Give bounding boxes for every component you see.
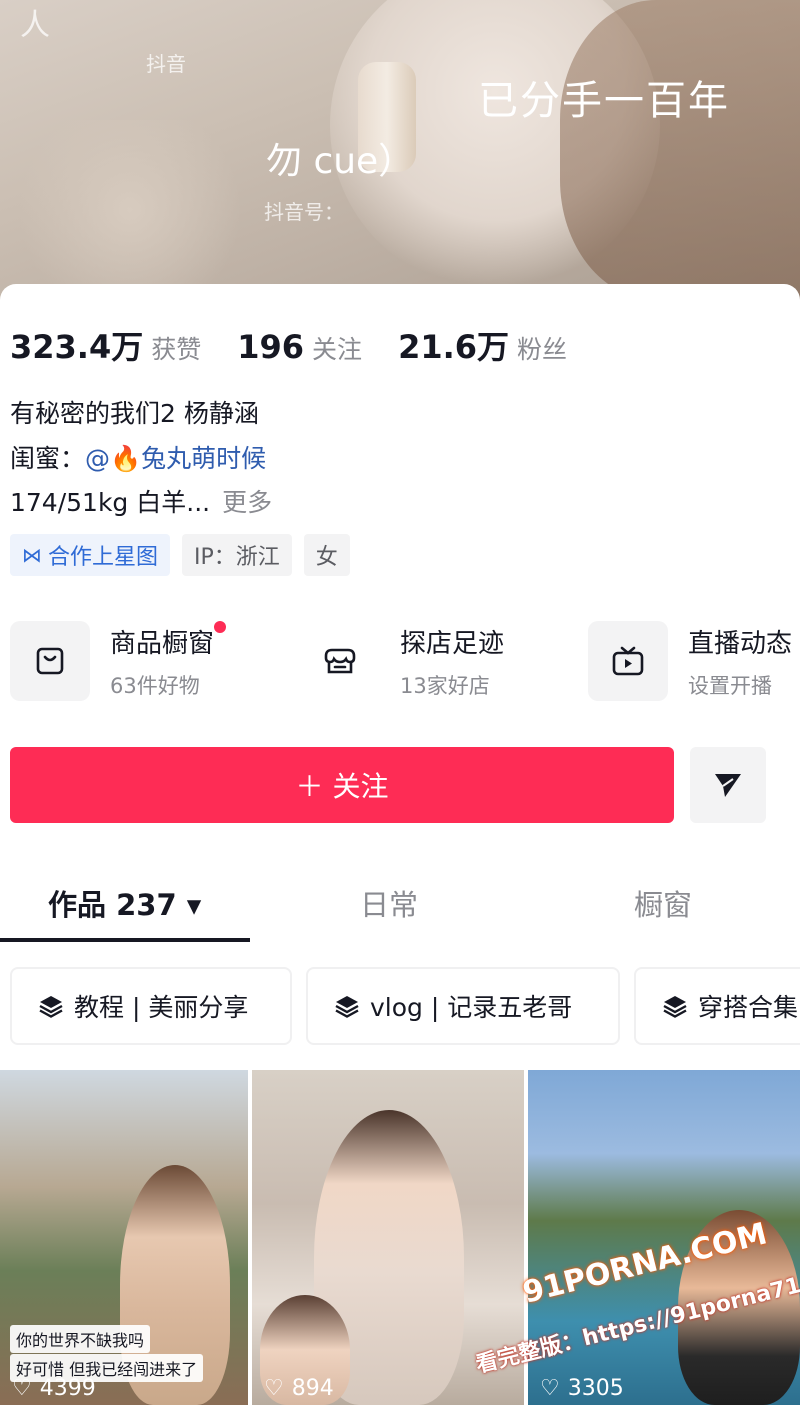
- service-product-window-subtitle: 63件好物: [110, 673, 200, 698]
- star-map-icon: ⋈: [22, 543, 42, 567]
- bio-stats-text: 174/51kg 白羊...: [10, 488, 211, 517]
- star-map-tag-label: 合作上星图: [48, 545, 159, 570]
- bio-more-link[interactable]: 更多: [222, 488, 272, 517]
- service-live-status-title: 直播动态: [688, 628, 793, 659]
- profile-header-banner: 人 抖音 已分手一百年 勿 cue） 抖音号：: [0, 0, 800, 300]
- likes-count[interactable]: 323.4万: [10, 322, 143, 368]
- collection-vlog[interactable]: vlog | 记录五老哥: [306, 967, 620, 1045]
- bio-mention-link[interactable]: @🔥兔丸萌时候: [85, 444, 266, 473]
- shopping-bag-icon: [10, 621, 90, 701]
- video-like-count: ♡ 4399: [12, 1376, 96, 1401]
- ip-location-tag: IP：浙江: [182, 534, 292, 576]
- following-count[interactable]: 196: [237, 328, 304, 366]
- signature-line-2: 勿 cue）: [266, 141, 415, 182]
- heart-icon: ♡: [540, 1376, 560, 1401]
- follow-button[interactable]: ＋ 关注: [10, 747, 674, 823]
- heart-icon: ♡: [264, 1376, 284, 1401]
- video-likes-value: 3305: [567, 1376, 624, 1401]
- video-thumbnail[interactable]: 你的世界不缺我吗 好可惜 但我已经闯进来了 ♡ 4399: [0, 1070, 248, 1405]
- service-store-visits[interactable]: 探店足迹 13家好店: [300, 618, 504, 704]
- tab-daily[interactable]: 日常: [360, 882, 418, 924]
- profile-name: 人: [20, 8, 50, 43]
- video-like-count: ♡ 894: [264, 1376, 334, 1401]
- star-map-tag[interactable]: ⋈ 合作上星图: [10, 534, 171, 576]
- banner-background-shape: [0, 120, 260, 300]
- video-likes-value: 4399: [39, 1376, 96, 1401]
- followers-label: 粉丝: [517, 335, 568, 364]
- service-live-status-subtitle: 设置开播: [688, 673, 772, 698]
- collection-outfits-label: 穿搭合集: [698, 993, 799, 1022]
- banner-hair-shape: [560, 0, 800, 300]
- bio-line-2: 闺蜜：@🔥兔丸萌时候: [10, 439, 266, 475]
- bio-line-3: 174/51kg 白羊... 更多: [10, 483, 272, 519]
- followers-count[interactable]: 21.6万: [398, 322, 509, 368]
- share-button[interactable]: [690, 747, 766, 823]
- profile-tags: ⋈ 合作上星图 IP：浙江 女: [10, 534, 350, 576]
- service-product-window-title: 商品橱窗: [110, 628, 215, 659]
- notification-dot: [214, 620, 227, 633]
- send-icon: [715, 774, 741, 797]
- tab-works[interactable]: 作品 237 ▾: [48, 882, 201, 924]
- likes-label: 获赞: [151, 335, 202, 364]
- collection-tutorial-label: 教程 | 美丽分享: [74, 993, 249, 1022]
- store-icon: [300, 621, 380, 701]
- following-label: 关注: [312, 335, 363, 364]
- heart-icon: ♡: [12, 1376, 32, 1401]
- layers-icon: [38, 994, 64, 1018]
- active-tab-indicator: [0, 938, 250, 942]
- gender-tag: 女: [303, 534, 350, 576]
- video-caption-1: 你的世界不缺我吗: [10, 1325, 151, 1353]
- profile-stats: 323.4万 获赞 196 关注 21.6万 粉丝: [10, 322, 603, 368]
- tv-icon: [588, 621, 668, 701]
- video-likes-value: 894: [291, 1376, 334, 1401]
- tab-showcase[interactable]: 橱窗: [634, 882, 692, 924]
- bio-line-1: 有秘密的我们2 杨静涵: [10, 399, 259, 428]
- service-product-window[interactable]: 商品橱窗 63件好物: [10, 618, 227, 704]
- collection-vlog-label: vlog | 记录五老哥: [370, 993, 573, 1022]
- services-row: 商品橱窗 63件好物 探店足迹 13家好店 直播动态 设置开播: [10, 618, 800, 704]
- video-like-count: ♡ 3305: [540, 1376, 624, 1401]
- layers-icon: [334, 994, 360, 1018]
- collection-tutorial[interactable]: 教程 | 美丽分享: [10, 967, 292, 1045]
- collections-row: 教程 | 美丽分享 vlog | 记录五老哥 穿搭合集: [10, 967, 800, 1045]
- douyin-label: 抖音: [146, 52, 186, 76]
- content-tabs: 作品 237 ▾ 日常 橱窗: [0, 864, 800, 942]
- signature-line-1: 已分手一百年: [478, 78, 730, 124]
- service-store-visits-subtitle: 13家好店: [400, 673, 490, 698]
- bio-bestie-label: 闺蜜：: [10, 444, 86, 473]
- douyin-id: 抖音号：: [264, 200, 344, 224]
- service-live-status[interactable]: 直播动态 设置开播: [588, 618, 792, 704]
- collection-outfits[interactable]: 穿搭合集: [634, 967, 800, 1045]
- layers-icon: [662, 994, 688, 1018]
- service-store-visits-title: 探店足迹: [400, 628, 505, 659]
